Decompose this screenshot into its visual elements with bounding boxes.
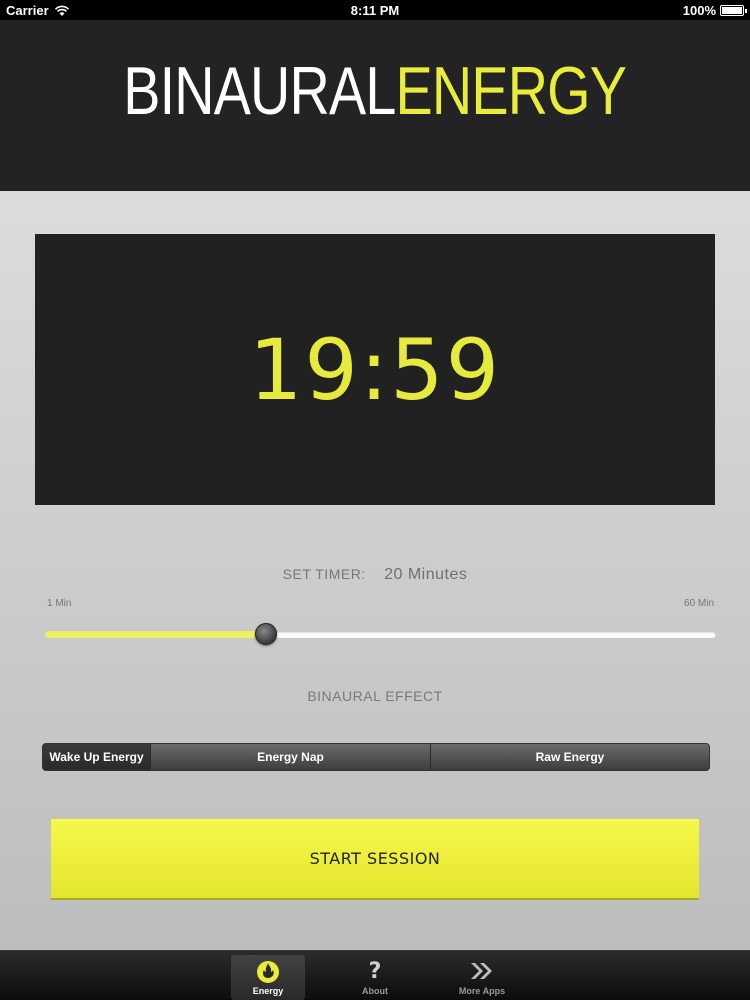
- set-timer-label: SET TIMER:: [282, 566, 366, 582]
- logo-energy: ENERGY: [395, 52, 627, 129]
- status-bar: Carrier 8:11 PM 100%: [0, 0, 750, 20]
- binaural-effect-selector: Wake Up Energy Energy Nap Raw Energy: [42, 743, 710, 771]
- tab-bar: Energy ? About More Apps: [0, 950, 750, 1000]
- set-timer-row: SET TIMER: 20 Minutes: [0, 566, 750, 584]
- timer-digits: 19:59: [248, 320, 502, 419]
- tab-about[interactable]: ? About: [338, 955, 412, 1000]
- timer-slider-fill: [45, 631, 267, 638]
- battery-icon: [720, 5, 747, 16]
- battery-group: 100%: [682, 3, 747, 18]
- flame-icon: [255, 957, 281, 985]
- set-timer-value: 20 Minutes: [384, 566, 468, 583]
- question-icon: ?: [368, 958, 382, 984]
- tab-energy[interactable]: Energy: [231, 955, 305, 1000]
- timer-slider-track[interactable]: [45, 631, 716, 638]
- tab-more-apps[interactable]: More Apps: [445, 955, 519, 1000]
- start-session-button[interactable]: START SESSION: [51, 819, 699, 900]
- segment-wake-up-energy[interactable]: Wake Up Energy: [43, 744, 151, 770]
- status-time: 8:11 PM: [350, 3, 400, 18]
- binaural-effect-label: BINAURAL EFFECT: [307, 688, 443, 704]
- slider-max-label: 60 Min: [683, 598, 714, 609]
- app-header: BINAURALENERGY: [0, 20, 750, 191]
- segment-raw-energy[interactable]: Raw Energy: [431, 744, 709, 770]
- double-chevron-icon: [469, 957, 495, 985]
- app-logo: BINAURALENERGY: [123, 52, 628, 130]
- segment-energy-nap[interactable]: Energy Nap: [151, 744, 431, 770]
- logo-binaural: BINAURAL: [123, 52, 397, 129]
- timer-slider-thumb[interactable]: [255, 623, 278, 645]
- timer-display: 19:59: [35, 234, 715, 505]
- tab-about-label: About: [362, 986, 388, 996]
- tab-more-apps-label: More Apps: [458, 986, 506, 996]
- tab-energy-label: Energy: [252, 986, 284, 996]
- slider-min-label: 1 Min: [47, 598, 72, 609]
- main-content: 19:59 SET TIMER: 20 Minutes 1 Min 60 Min…: [0, 191, 750, 950]
- battery-percent: 100%: [682, 3, 716, 18]
